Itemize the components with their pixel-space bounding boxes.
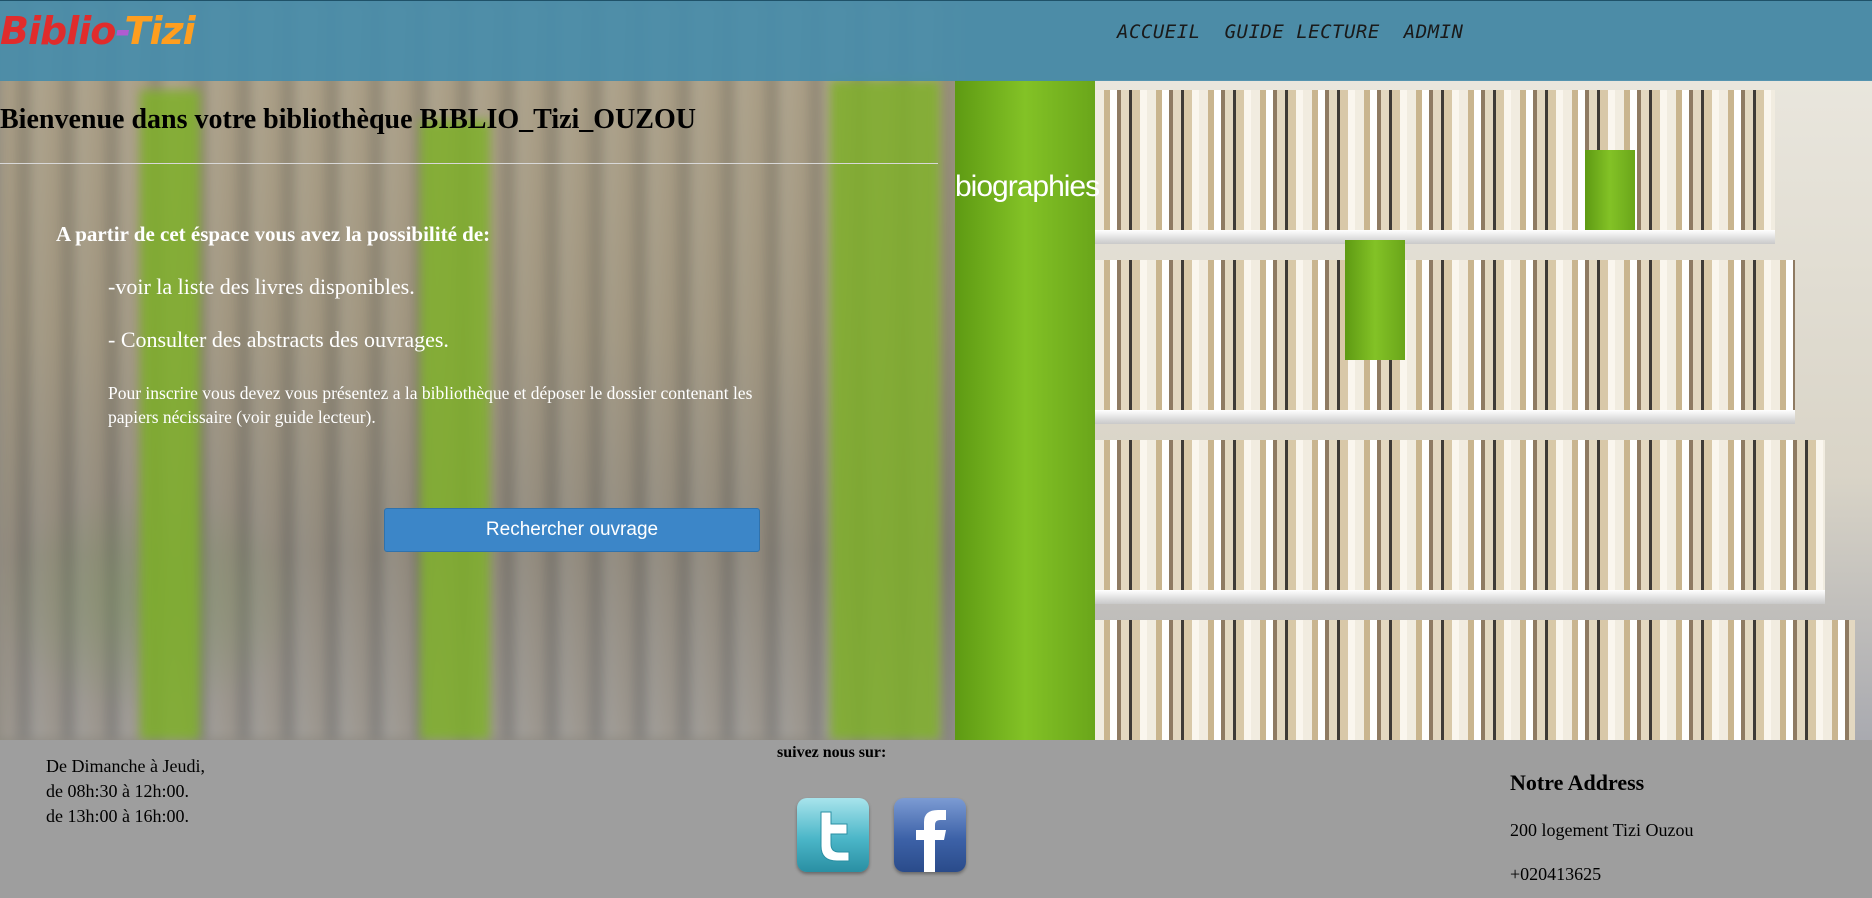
logo-text-dash: - bbox=[115, 9, 125, 53]
intro-text: A partir de cet éspace vous avez la poss… bbox=[56, 222, 491, 246]
blurred-green-shelf bbox=[830, 80, 940, 740]
feature-item: - Consulter des abstracts des ouvrages. bbox=[108, 327, 449, 352]
top-navbar: Biblio-Tizi ACCUEIL GUIDE LECTURE ADMIN bbox=[0, 0, 1872, 81]
footer: De Dimanche à Jeudi, de 08h:30 à 12h:00.… bbox=[0, 740, 1872, 898]
facebook-link[interactable] bbox=[894, 798, 966, 872]
opening-hours: De Dimanche à Jeudi, de 08h:30 à 12h:00.… bbox=[46, 754, 205, 829]
hours-line: De Dimanche à Jeudi, bbox=[46, 756, 205, 776]
shelf-sign: biographies bbox=[955, 170, 1100, 203]
blurred-green-shelf bbox=[420, 120, 490, 740]
follow-us-label: suivez nous sur: bbox=[777, 744, 887, 761]
twitter-icon bbox=[820, 811, 850, 862]
site-logo[interactable]: Biblio-Tizi bbox=[0, 9, 196, 53]
logo-text-tizi: Tizi bbox=[124, 9, 196, 53]
page-title: Bienvenue dans votre bibliothèque BIBLIO… bbox=[0, 104, 696, 135]
facebook-icon bbox=[916, 810, 946, 872]
logo-text-biblio: Biblio bbox=[0, 9, 116, 53]
nav-accueil[interactable]: ACCUEIL bbox=[1117, 21, 1201, 43]
feature-item: -voir la liste des livres disponibles. bbox=[108, 274, 415, 299]
title-divider bbox=[0, 163, 938, 164]
twitter-link[interactable] bbox=[797, 798, 869, 872]
hours-line: de 08h:30 à 12h:00. bbox=[46, 781, 189, 801]
address-heading: Notre Address bbox=[1510, 770, 1645, 795]
registration-note: Pour inscrire vous devez vous présentez … bbox=[108, 383, 753, 427]
main-nav: ACCUEIL GUIDE LECTURE ADMIN bbox=[1117, 21, 1488, 43]
address-text: 200 logement Tizi Ouzou bbox=[1510, 820, 1694, 840]
nav-admin[interactable]: ADMIN bbox=[1404, 21, 1464, 43]
phone-number: +020413625 bbox=[1510, 864, 1602, 884]
nav-guide-lecture[interactable]: GUIDE LECTURE bbox=[1225, 21, 1380, 43]
hours-line: de 13h:00 à 16h:00. bbox=[46, 806, 189, 826]
search-book-button[interactable]: Rechercher ouvrage bbox=[384, 508, 760, 552]
